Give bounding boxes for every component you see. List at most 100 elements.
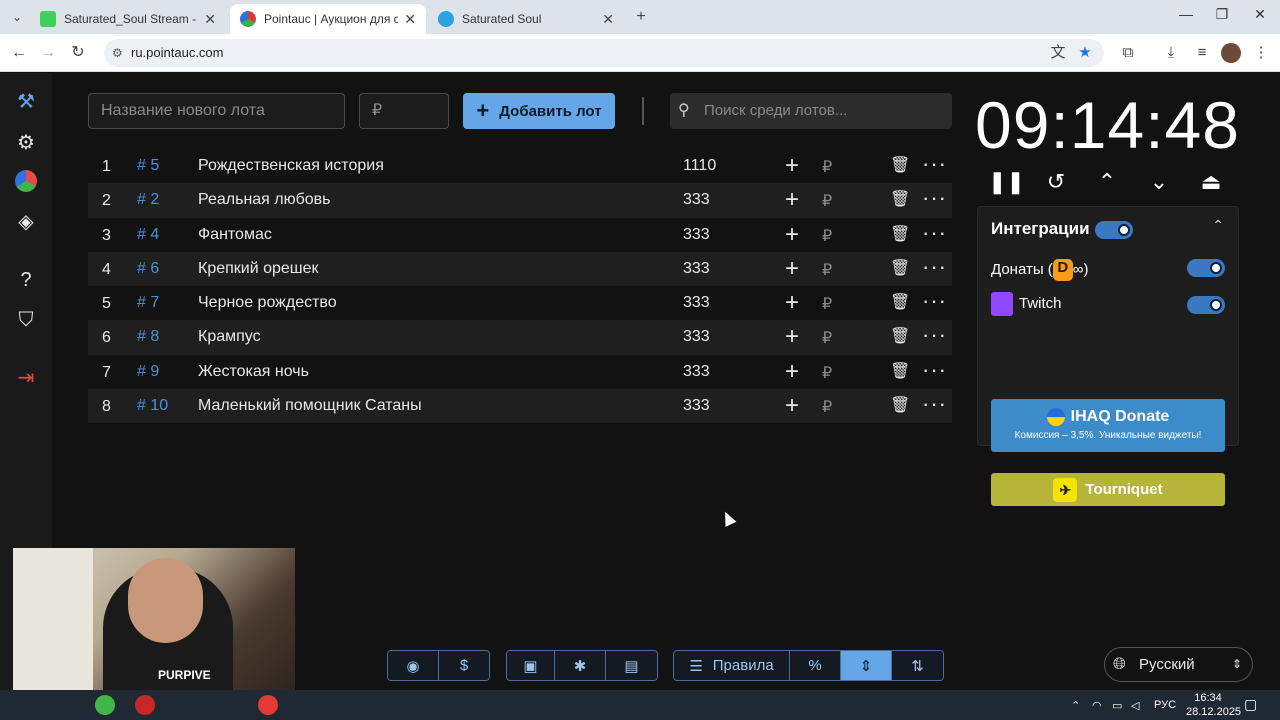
gear-icon[interactable]: ⚙ bbox=[13, 130, 39, 156]
sort-icon[interactable]: ⇅ bbox=[892, 651, 943, 680]
lot-amount[interactable]: 333 bbox=[683, 226, 710, 244]
lot-name[interactable]: Крепкий орешек bbox=[198, 260, 319, 278]
add-amount-icon[interactable]: + bbox=[785, 186, 799, 214]
avatar[interactable] bbox=[1221, 43, 1241, 63]
more-options-icon[interactable]: ··· bbox=[922, 185, 947, 211]
percent-button[interactable]: % bbox=[790, 651, 841, 680]
lot-name[interactable]: Черное рождество bbox=[198, 294, 337, 312]
wheel-icon[interactable] bbox=[15, 170, 37, 192]
add-amount-icon[interactable]: + bbox=[785, 255, 799, 283]
add-amount-icon[interactable]: + bbox=[785, 221, 799, 249]
tab-twitch[interactable]: Saturated_Soul Stream - Watch ✕ bbox=[30, 4, 226, 34]
bookmark-star-icon[interactable]: ★ bbox=[1075, 43, 1095, 63]
trash-icon[interactable]: 🗑︎ bbox=[890, 224, 910, 244]
donate-dollar-icon[interactable]: $ bbox=[439, 651, 489, 680]
forward-icon[interactable]: → bbox=[37, 42, 59, 64]
translate-icon[interactable]: 文 bbox=[1048, 43, 1068, 63]
lot-name[interactable]: Маленький помощник Сатаны bbox=[198, 397, 422, 415]
lot-amount[interactable]: 333 bbox=[683, 260, 710, 278]
trash-icon[interactable]: 🗑︎ bbox=[890, 155, 910, 175]
volume-icon[interactable]: ◁ bbox=[1131, 699, 1139, 712]
rules-button[interactable]: ☰ Правила bbox=[674, 651, 790, 680]
reload-icon[interactable]: ↻ bbox=[67, 42, 89, 64]
add-amount-icon[interactable]: + bbox=[785, 392, 799, 420]
shield-icon[interactable]: ⛉ bbox=[13, 307, 39, 333]
media-icon[interactable]: ≡ bbox=[1192, 43, 1212, 63]
twitch-toggle[interactable] bbox=[1187, 296, 1225, 314]
more-options-icon[interactable]: ··· bbox=[922, 220, 947, 246]
lot-currency[interactable]: ₽ bbox=[822, 397, 832, 417]
collapse-chevron-icon[interactable]: ⌃ bbox=[1212, 217, 1224, 234]
lot-amount[interactable]: 333 bbox=[683, 363, 710, 381]
add-amount-icon[interactable]: + bbox=[785, 358, 799, 386]
lot-amount[interactable]: 333 bbox=[683, 397, 710, 415]
chevron-down-icon[interactable]: ⌄ bbox=[1144, 167, 1174, 197]
more-options-icon[interactable]: ··· bbox=[922, 288, 947, 314]
reset-icon[interactable]: ↺ bbox=[1041, 167, 1071, 197]
wifi-icon[interactable]: ◠ bbox=[1092, 699, 1102, 712]
trash-icon[interactable]: 🗑︎ bbox=[890, 189, 910, 209]
lot-currency[interactable]: ₽ bbox=[822, 294, 832, 314]
lot-amount[interactable]: 333 bbox=[683, 191, 710, 209]
lot-amount[interactable]: 1110 bbox=[683, 157, 716, 175]
chrome-taskbar-icon[interactable] bbox=[95, 695, 115, 715]
input-language[interactable]: РУС bbox=[1154, 699, 1176, 711]
lot-currency[interactable]: ₽ bbox=[822, 226, 832, 246]
trash-icon[interactable]: 🗑︎ bbox=[890, 292, 910, 312]
save-icon[interactable]: ▣ bbox=[507, 651, 555, 680]
chevron-up-icon[interactable]: ⌃ bbox=[1092, 167, 1122, 197]
menu-icon[interactable]: ⋮ bbox=[1251, 43, 1271, 63]
lot-amount[interactable]: 333 bbox=[683, 294, 710, 312]
language-select[interactable]: 🌐︎ Русский ⇕ bbox=[1104, 647, 1253, 682]
system-clock[interactable]: 16:34 28.12.2025 bbox=[1186, 690, 1241, 719]
layers-icon[interactable]: ◈ bbox=[13, 209, 39, 235]
url-input[interactable]: ⚙ ru.pointauc.com bbox=[104, 39, 1104, 67]
add-lot-button[interactable]: + Добавить лот bbox=[463, 93, 615, 129]
lot-currency[interactable]: ₽ bbox=[822, 157, 832, 177]
donations-toggle[interactable] bbox=[1187, 259, 1225, 277]
compact-toggle-icon[interactable]: ⇕ bbox=[841, 651, 892, 680]
trash-icon[interactable]: 🗑︎ bbox=[890, 258, 910, 278]
more-options-icon[interactable]: ··· bbox=[922, 151, 947, 177]
eject-icon[interactable]: ⏏ bbox=[1196, 167, 1226, 197]
search-input[interactable]: ⚲ Поиск среди лотов... bbox=[670, 93, 952, 129]
lot-currency[interactable]: ₽ bbox=[822, 260, 832, 280]
battery-icon[interactable]: ▭ bbox=[1112, 699, 1122, 712]
bug-icon[interactable]: ✱ bbox=[555, 651, 606, 680]
add-amount-icon[interactable]: + bbox=[785, 323, 799, 351]
close-icon[interactable]: ✕ bbox=[404, 11, 416, 28]
tab-telegram[interactable]: Saturated Soul ✕ bbox=[428, 4, 624, 34]
lot-currency[interactable]: ₽ bbox=[822, 191, 832, 211]
more-options-icon[interactable]: ··· bbox=[922, 322, 947, 348]
lot-name-input[interactable]: Название нового лота bbox=[88, 93, 345, 129]
site-info-icon[interactable]: ⚙ bbox=[112, 39, 123, 67]
extensions-icon[interactable]: ⧉ bbox=[1118, 43, 1138, 63]
new-tab-icon[interactable]: + bbox=[630, 6, 652, 28]
notifications-icon[interactable]: ▢ bbox=[1244, 696, 1257, 713]
logout-icon[interactable]: ⇥ bbox=[13, 365, 39, 391]
tourniquet-button[interactable]: ✈ Tourniquet bbox=[991, 473, 1225, 506]
trash-icon[interactable]: 🗑︎ bbox=[890, 395, 910, 415]
minimize-icon[interactable]: — bbox=[1176, 6, 1196, 22]
help-icon[interactable]: ? bbox=[13, 267, 39, 293]
auction-gavel-icon[interactable]: ⚒ bbox=[13, 89, 39, 115]
close-icon[interactable]: ✕ bbox=[204, 11, 216, 28]
download-icon[interactable]: ⤓ bbox=[1161, 43, 1181, 63]
lot-currency[interactable]: ₽ bbox=[822, 328, 832, 348]
maximize-icon[interactable]: ❐ bbox=[1212, 6, 1232, 23]
lot-currency[interactable]: ₽ bbox=[822, 363, 832, 383]
close-icon[interactable]: ✕ bbox=[602, 11, 614, 28]
lot-amount[interactable]: 333 bbox=[683, 328, 710, 346]
lot-name[interactable]: Фантомас bbox=[198, 226, 272, 244]
tab-list-icon[interactable]: ⌄ bbox=[6, 6, 28, 28]
tab-pointauc[interactable]: Pointauc | Аукцион для стриме ✕ bbox=[230, 4, 426, 34]
app-taskbar-icon[interactable] bbox=[135, 695, 155, 715]
trash-icon[interactable]: 🗑︎ bbox=[890, 361, 910, 381]
github-icon[interactable]: ◉ bbox=[388, 651, 439, 680]
add-amount-icon[interactable]: + bbox=[785, 152, 799, 180]
trash-icon[interactable]: 🗑︎ bbox=[890, 326, 910, 346]
more-options-icon[interactable]: ··· bbox=[922, 254, 947, 280]
more-options-icon[interactable]: ··· bbox=[922, 357, 947, 383]
tray-chevron-icon[interactable]: ⌃ bbox=[1071, 699, 1080, 712]
lot-name[interactable]: Реальная любовь bbox=[198, 191, 331, 209]
